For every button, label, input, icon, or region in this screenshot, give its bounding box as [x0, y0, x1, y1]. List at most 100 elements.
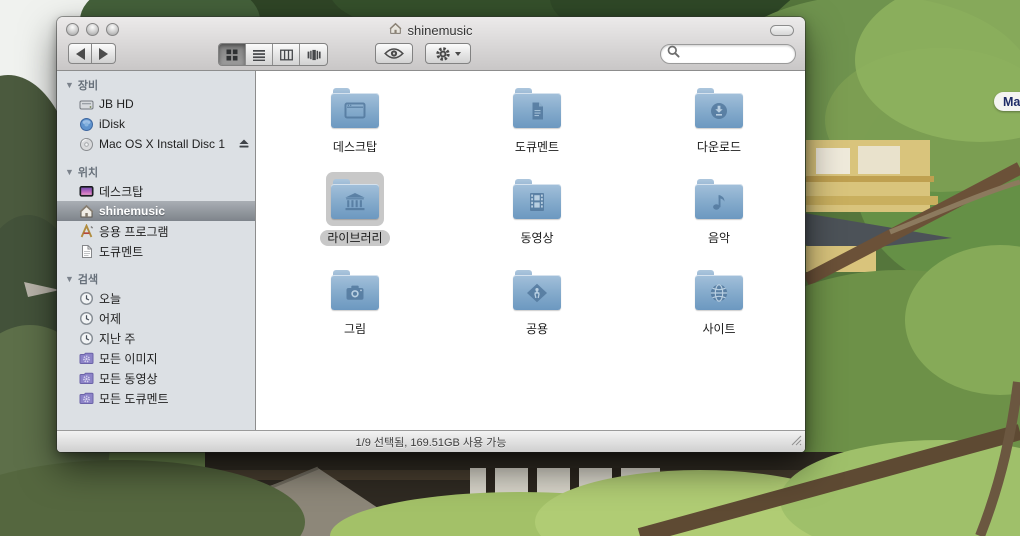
back-arrow-icon [76, 48, 85, 60]
document-icon [78, 244, 94, 259]
sidebar-item-label: Mac OS X Install Disc 1 [99, 137, 225, 151]
folder-item-public[interactable]: 공용 [446, 261, 628, 352]
coverflow-view-button[interactable] [300, 44, 327, 65]
library-folder-icon [326, 172, 384, 226]
sidebar-item-yesterday[interactable]: 어제 [57, 308, 255, 328]
status-bar: 1/9 선택됨, 169.51GB 사용 가능 [57, 430, 805, 452]
sidebar-item-label: 모든 도큐멘트 [99, 390, 169, 407]
folder-label: 음악 [701, 230, 737, 246]
sidebar-section-places: ▼ 위치 [57, 162, 255, 181]
clock-icon [78, 331, 94, 346]
folder-item-downloads[interactable]: 다운로드 [628, 79, 805, 170]
clock-icon [78, 291, 94, 306]
sidebar-item-label: shinemusic [99, 204, 165, 218]
eject-icon[interactable] [238, 138, 250, 152]
sidebar-item-past-week[interactable]: 지난 주 [57, 328, 255, 348]
folder-label: 동영상 [513, 230, 560, 246]
sidebar-item-label: 응용 프로그램 [99, 223, 169, 240]
folder-label: 도큐멘트 [508, 139, 566, 155]
folder-item-documents[interactable]: 도큐멘트 [446, 79, 628, 170]
section-label: 장비 [78, 77, 98, 93]
back-button[interactable] [68, 43, 92, 64]
desktop-icon-label-text: Ma [1003, 95, 1020, 109]
desktop-icon-label-partial[interactable]: Ma [994, 92, 1020, 111]
sidebar-item-desktop[interactable]: 데스크탑 [57, 181, 255, 201]
sidebar-item-label: 어제 [99, 310, 121, 327]
disclosure-triangle-icon[interactable]: ▼ [65, 167, 74, 177]
folder-label: 사이트 [695, 321, 742, 337]
sidebar-item-all-documents[interactable]: 모든 도큐멘트 [57, 388, 255, 408]
sidebar-section-search: ▼ 검색 [57, 269, 255, 288]
documents-folder-icon [508, 81, 566, 135]
folder-item-music[interactable]: 음악 [628, 170, 805, 261]
disclosure-triangle-icon[interactable]: ▼ [65, 80, 74, 90]
desktop-display-icon [78, 184, 94, 199]
sidebar-item-label: 도큐멘트 [99, 243, 143, 260]
sidebar-item-label: 모든 동영상 [99, 370, 158, 387]
sidebar-item-shinemusic[interactable]: shinemusic [57, 201, 255, 221]
file-browser-content[interactable]: 데스크탑 도큐멘트 다운로드 [256, 71, 805, 430]
folder-label: 공용 [519, 321, 555, 337]
idisk-icon [78, 117, 94, 132]
forward-button[interactable] [92, 43, 116, 64]
status-text: 1/9 선택됨, 169.51GB 사용 가능 [356, 434, 507, 450]
hard-drive-icon [78, 97, 94, 112]
view-mode-segmented-control [218, 43, 328, 66]
folder-label: 라이브러리 [320, 230, 389, 246]
folder-item-library[interactable]: 라이브러리 [264, 170, 446, 261]
toolbar-toggle-button[interactable] [770, 25, 794, 36]
sidebar: ▼ 장비 JB HD iDisk Mac OS X Install Disc [57, 71, 256, 430]
movies-folder-icon [508, 172, 566, 226]
list-view-icon [253, 49, 265, 61]
navigation-buttons [68, 43, 116, 64]
downloads-folder-icon [690, 81, 748, 135]
icon-view-button[interactable] [219, 44, 246, 65]
list-view-button[interactable] [246, 44, 273, 65]
column-view-icon [280, 49, 293, 61]
folder-item-pictures[interactable]: 그림 [264, 261, 446, 352]
sidebar-item-label: 데스크탑 [99, 183, 143, 200]
disclosure-triangle-icon[interactable]: ▼ [65, 274, 74, 284]
icon-grid: 데스크탑 도큐멘트 다운로드 [256, 71, 805, 352]
home-icon [78, 204, 94, 219]
finder-window: shinemusic [57, 17, 805, 452]
folder-label: 데스크탑 [326, 139, 384, 155]
music-folder-icon [690, 172, 748, 226]
sidebar-item-documents[interactable]: 도큐멘트 [57, 241, 255, 261]
folder-label: 다운로드 [690, 139, 748, 155]
sidebar-item-macosx-install-disc[interactable]: Mac OS X Install Disc 1 [57, 134, 255, 154]
sidebar-item-applications[interactable]: 응용 프로그램 [57, 221, 255, 241]
folder-label: 그림 [337, 321, 373, 337]
sidebar-item-today[interactable]: 오늘 [57, 288, 255, 308]
icon-view-icon [226, 49, 238, 61]
public-folder-icon [508, 263, 566, 317]
desktop-folder-icon [326, 81, 384, 135]
desktop: { "colors": { "folder_blue_top": "#a3c0d… [0, 0, 1020, 536]
column-view-button[interactable] [273, 44, 300, 65]
sidebar-item-label: JB HD [99, 97, 134, 111]
window-chrome[interactable]: shinemusic [57, 17, 805, 71]
sidebar-item-all-images[interactable]: 모든 이미지 [57, 348, 255, 368]
titlebar[interactable]: shinemusic [57, 17, 805, 40]
quicklook-button[interactable] [375, 43, 413, 64]
sidebar-item-all-movies[interactable]: 모든 동영상 [57, 368, 255, 388]
sidebar-item-label: 오늘 [99, 290, 121, 307]
chevron-down-icon [455, 52, 461, 56]
sidebar-item-idisk[interactable]: iDisk [57, 114, 255, 134]
gear-icon [435, 46, 451, 62]
sites-folder-icon [690, 263, 748, 317]
applications-icon [78, 224, 94, 239]
search-input[interactable] [683, 46, 789, 62]
folder-item-sites[interactable]: 사이트 [628, 261, 805, 352]
sidebar-item-jb-hd[interactable]: JB HD [57, 94, 255, 114]
folder-item-desktop[interactable]: 데스크탑 [264, 79, 446, 170]
folder-item-movies[interactable]: 동영상 [446, 170, 628, 261]
forward-arrow-icon [99, 48, 108, 60]
window-title: shinemusic [407, 23, 472, 38]
sidebar-item-label: 모든 이미지 [99, 350, 158, 367]
section-label: 검색 [78, 271, 98, 287]
search-field[interactable] [660, 44, 796, 64]
resize-grip[interactable] [789, 433, 802, 449]
smart-folder-icon [78, 391, 94, 406]
action-button[interactable] [425, 43, 471, 64]
